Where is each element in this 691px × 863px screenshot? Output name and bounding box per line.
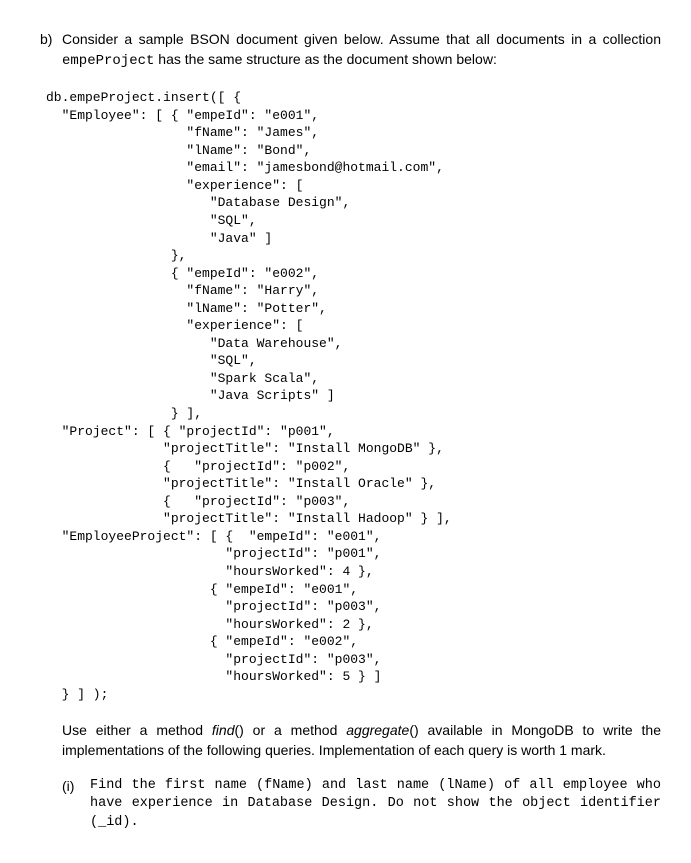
subquestion-i: (i) Find the first name (fName) and last… xyxy=(62,777,661,834)
question-b-header: b) Consider a sample BSON document given… xyxy=(40,30,661,71)
instruction-paragraph: Use either a method find() or a method a… xyxy=(62,721,661,760)
method-find: find xyxy=(212,722,235,738)
instr-mid: or a method xyxy=(244,722,346,738)
question-intro: Consider a sample BSON document given be… xyxy=(62,30,661,71)
sub-label: (i) xyxy=(62,777,90,797)
question-label: b) xyxy=(40,30,62,50)
intro-code: empeProject xyxy=(62,53,154,69)
bson-code-block: db.empeProject.insert([ { "Employee": [ … xyxy=(46,89,661,703)
intro-part2: has the same structure as the document s… xyxy=(154,51,496,67)
sub-text: Find the first name (fName) and last nam… xyxy=(90,777,661,834)
intro-part1: Consider a sample BSON document given be… xyxy=(62,31,661,47)
method-aggregate: aggregate xyxy=(346,722,409,738)
instr-part1: Use either a method xyxy=(62,722,212,738)
paren2: () xyxy=(409,722,418,738)
paren1: () xyxy=(234,722,243,738)
